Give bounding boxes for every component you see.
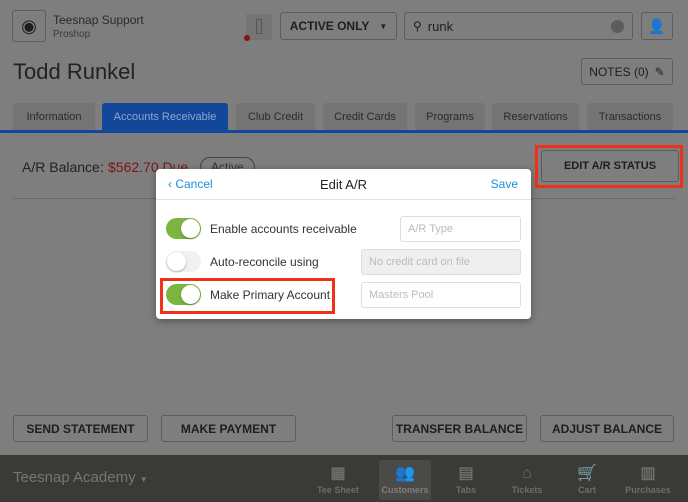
nav-customers[interactable]: 👥 Customers	[379, 460, 431, 500]
add-customer-button[interactable]: 👤	[641, 12, 673, 40]
tab-programs[interactable]: Programs	[415, 103, 485, 130]
tab-underline	[0, 130, 688, 133]
modal-divider	[156, 199, 531, 200]
primary-account-field[interactable]: Masters Pool	[361, 282, 521, 308]
send-statement-button[interactable]: SEND STATEMENT	[13, 415, 148, 442]
device-icon[interactable]	[246, 14, 272, 40]
enable-ar-toggle[interactable]	[166, 218, 201, 239]
bell-icon: ⌂	[522, 465, 532, 482]
customer-name: Todd Runkel	[13, 59, 136, 84]
user-role: Proshop	[53, 29, 91, 40]
auto-reconcile-label: Auto-reconcile using	[210, 255, 319, 269]
tabs-icon: ▤	[458, 465, 474, 482]
register-icon: ▥	[640, 465, 656, 482]
highlight-box	[160, 278, 335, 314]
clear-icon[interactable]	[611, 20, 624, 33]
nav-tee-sheet[interactable]: ▦ Tee Sheet	[312, 460, 364, 500]
chevron-down-icon: ▼	[139, 475, 148, 484]
calendar-icon: ▦	[330, 465, 346, 482]
ar-balance-label: A/R Balance:	[22, 159, 104, 175]
highlight-box	[535, 145, 683, 188]
auto-reconcile-toggle[interactable]	[166, 251, 201, 272]
course-selector[interactable]: Teesnap Academy ▼	[13, 469, 148, 486]
save-button[interactable]: Save	[491, 177, 518, 191]
notes-button[interactable]: NOTES (0) ✎	[581, 58, 673, 85]
tab-information[interactable]: Information	[13, 103, 95, 130]
tab-credit-cards[interactable]: Credit Cards	[323, 103, 407, 130]
nav-purchases[interactable]: ▥ Purchases	[622, 460, 674, 500]
cart-icon: 🛒	[577, 465, 597, 482]
user-avatar[interactable]: ◉	[12, 10, 46, 42]
tab-accounts-receivable[interactable]: Accounts Receivable	[102, 103, 228, 130]
chevron-down-icon: ▼	[379, 21, 388, 31]
search-icon: ⚲	[413, 19, 422, 33]
modal-title: Edit A/R	[320, 177, 367, 192]
nav-tabs[interactable]: ▤ Tabs	[440, 460, 492, 500]
filter-dropdown[interactable]: ACTIVE ONLY ▼	[280, 12, 397, 40]
tab-transactions[interactable]: Transactions	[587, 103, 673, 130]
adjust-balance-button[interactable]: ADJUST BALANCE	[540, 415, 674, 442]
pencil-icon: ✎	[654, 64, 665, 79]
credit-card-field: No credit card on file	[361, 249, 521, 275]
search-input[interactable]: ⚲ runk	[404, 12, 633, 40]
ar-type-field[interactable]: A/R Type	[400, 216, 521, 242]
status-dot	[244, 35, 250, 41]
people-icon: 👥	[395, 465, 415, 482]
enable-ar-label: Enable accounts receivable	[210, 222, 357, 236]
add-user-icon: 👤	[648, 17, 666, 34]
nav-cart[interactable]: 🛒 Cart	[561, 460, 613, 500]
user-name: Teesnap Support	[53, 13, 144, 27]
tab-club-credit[interactable]: Club Credit	[236, 103, 315, 130]
make-payment-button[interactable]: MAKE PAYMENT	[161, 415, 296, 442]
transfer-balance-button[interactable]: TRANSFER BALANCE	[392, 415, 527, 442]
nav-tickets[interactable]: ⌂ Tickets	[501, 460, 553, 500]
tab-reservations[interactable]: Reservations	[492, 103, 579, 130]
